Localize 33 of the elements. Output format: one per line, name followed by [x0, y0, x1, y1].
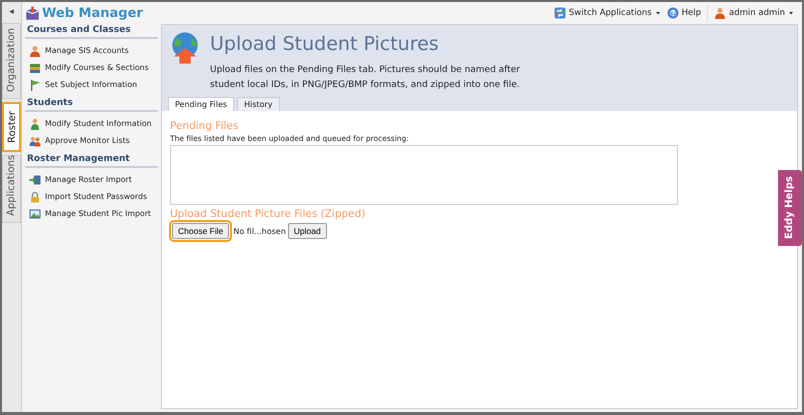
tab[interactable]: History: [237, 97, 280, 111]
page-title: Upload Student Pictures: [210, 33, 440, 55]
import-icon: [29, 174, 41, 186]
app-switcher[interactable]: Switch Applications: [554, 7, 661, 19]
side-tab[interactable]: Roster: [2, 102, 21, 152]
section-title: Students: [25, 97, 158, 112]
help-link[interactable]: Help: [666, 7, 702, 19]
file-status: No fil...hosen: [233, 226, 286, 236]
books-icon: [29, 62, 41, 74]
lock-icon: [29, 190, 41, 202]
section-title: Courses and Classes: [25, 24, 158, 39]
side-tab[interactable]: Organization: [2, 23, 21, 99]
section-heading: Pending Files: [170, 120, 240, 132]
person-icon: [29, 118, 41, 130]
page-description: Upload files on the Pending Files tab. Pictures should be named after student local IDs, in PNG/JPEG/BMP formats, and zipped into one file.: [210, 64, 521, 92]
choose-file-button[interactable]: Choose File: [172, 223, 230, 239]
user-icon: [714, 7, 726, 19]
logo-icon: [25, 6, 40, 20]
section-heading: Upload Student Picture Files (Zipped): [170, 208, 366, 220]
help-icon: [666, 7, 679, 19]
group-icon: [29, 134, 41, 146]
switch-apps-icon: [554, 7, 566, 19]
person-icon: [29, 44, 41, 56]
user-menu[interactable]: admin admin: [714, 7, 794, 19]
side-tab[interactable]: Applications: [2, 155, 21, 223]
app-title: Web Manager: [42, 6, 143, 20]
help-tab[interactable]: Eddy Helps: [778, 170, 802, 246]
photo-icon: [29, 208, 41, 220]
flag-icon: [29, 78, 41, 90]
collapse-button[interactable]: ◂: [9, 4, 14, 20]
upload-button[interactable]: Upload: [288, 223, 327, 239]
tab[interactable]: Pending Files: [168, 97, 234, 111]
section-title: Roster Management: [25, 153, 158, 168]
